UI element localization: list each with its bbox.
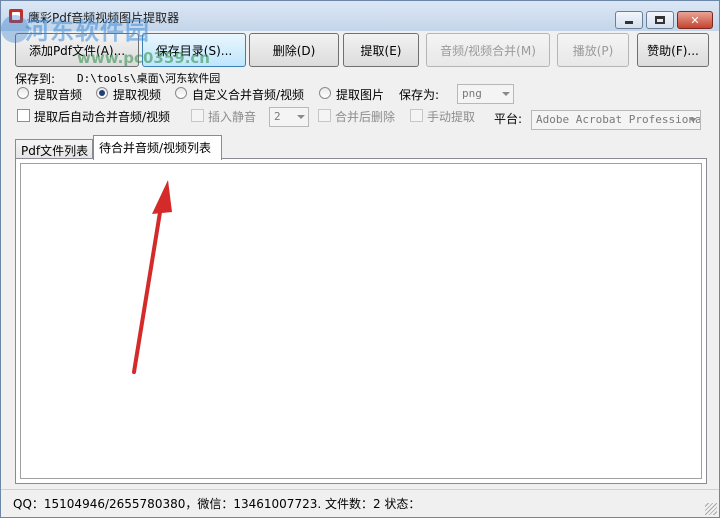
status-text: QQ：15104946/2655780380，微信：13461007723. 文…: [13, 497, 421, 511]
app-window: 鹰彩Pdf音频视频图片提取器 ✕ 添加Pdf文件(A)... 保存目录(S)..…: [0, 0, 720, 518]
save-as-value: png: [462, 87, 482, 100]
auto-merge-label[interactable]: 提取后自动合并音频/视频: [34, 108, 170, 125]
save-as-select[interactable]: png: [457, 84, 514, 104]
chevron-down-icon: [297, 115, 305, 119]
platform-value: Adobe Acrobat Professional: [536, 113, 701, 126]
resize-grip-icon[interactable]: [705, 503, 717, 515]
save-as-label: 保存为:: [399, 88, 440, 102]
manual-extract-checkbox[interactable]: [410, 109, 423, 122]
delete-after-merge-checkbox[interactable]: [318, 109, 331, 122]
delete-after-merge-label: 合并后删除: [335, 110, 396, 124]
silence-select[interactable]: 2: [269, 107, 309, 127]
save-to-label: 保存到:: [15, 72, 56, 86]
add-pdf-button[interactable]: 添加Pdf文件(A)...: [15, 33, 139, 67]
custom-merge-radio[interactable]: [175, 87, 187, 99]
extract-video-label[interactable]: 提取视频: [113, 86, 161, 103]
custom-merge-label[interactable]: 自定义合并音频/视频: [192, 86, 304, 103]
auto-merge-checkbox[interactable]: [17, 109, 30, 122]
extract-button[interactable]: 提取(E): [343, 33, 419, 67]
silence-value: 2: [274, 110, 281, 123]
extract-audio-label[interactable]: 提取音频: [34, 86, 82, 103]
tab-merge-list[interactable]: 待合并音频/视频列表: [93, 135, 222, 160]
manual-extract-label: 手动提取: [427, 110, 476, 124]
insert-silence-label: 插入静音: [208, 110, 257, 124]
minimize-icon: [625, 21, 633, 24]
watermark-logo: [1, 15, 29, 43]
chevron-down-icon: [689, 118, 697, 122]
maximize-button[interactable]: [646, 11, 674, 29]
save-path: D:\tools\桌面\河东软件园: [77, 72, 221, 85]
save-dir-button[interactable]: 保存目录(S)...: [142, 33, 246, 67]
insert-silence-checkbox[interactable]: [191, 109, 204, 122]
close-button[interactable]: ✕: [677, 11, 713, 29]
maximize-icon: [655, 16, 665, 24]
extract-image-label[interactable]: 提取图片: [336, 86, 384, 103]
close-icon: ✕: [690, 13, 700, 27]
sponsor-button[interactable]: 赞助(F)...: [637, 33, 709, 67]
platform-label: 平台:: [494, 112, 523, 126]
window-title: 鹰彩Pdf音频视频图片提取器: [28, 11, 180, 25]
delete-button[interactable]: 删除(D): [249, 33, 339, 67]
play-button[interactable]: 播放(P): [557, 33, 629, 67]
status-bar: QQ：15104946/2655780380，微信：13461007723. 文…: [1, 489, 719, 517]
platform-select[interactable]: Adobe Acrobat Professional: [531, 110, 701, 130]
chevron-down-icon: [502, 92, 510, 96]
merge-button[interactable]: 音频/视频合并(M): [426, 33, 550, 67]
merge-file-list[interactable]: [20, 163, 702, 479]
extract-video-radio[interactable]: [96, 87, 108, 99]
minimize-button[interactable]: [615, 11, 643, 29]
extract-image-radio[interactable]: [319, 87, 331, 99]
tab-panel: [15, 158, 707, 484]
tab-pdf-list[interactable]: Pdf文件列表: [15, 139, 93, 159]
title-bar[interactable]: 鹰彩Pdf音频视频图片提取器 ✕: [1, 1, 719, 31]
extract-audio-radio[interactable]: [17, 87, 29, 99]
